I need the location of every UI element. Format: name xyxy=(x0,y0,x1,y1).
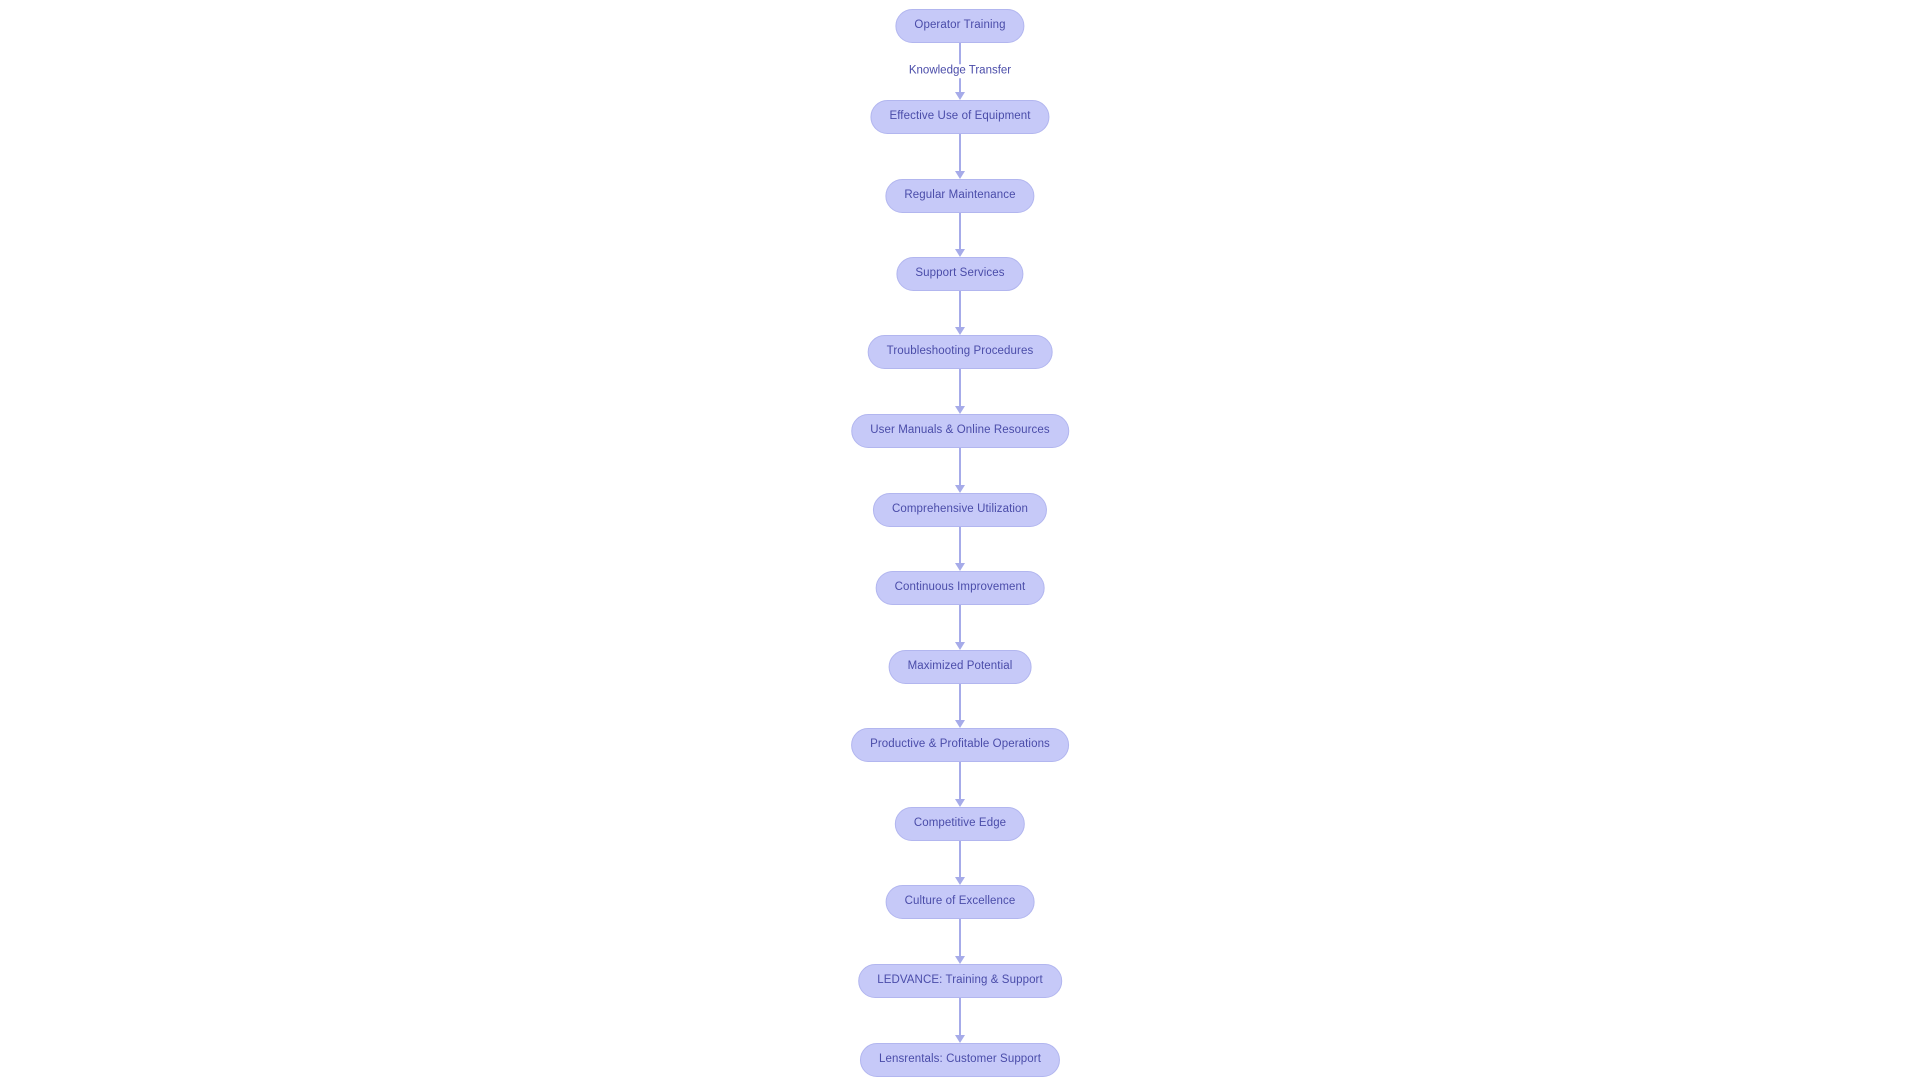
flowchart-node-n14[interactable]: Lensrentals: Customer Support xyxy=(859,1043,1061,1077)
flowchart-node-label: Regular Maintenance xyxy=(904,189,1016,202)
flowchart-node-n9[interactable]: Maximized Potential xyxy=(888,650,1032,684)
edge-arrowhead-icon xyxy=(955,249,965,257)
edge-arrowhead-icon xyxy=(955,171,965,179)
flowchart-node-label: Culture of Excellence xyxy=(904,895,1016,908)
edge-line xyxy=(959,527,961,563)
edge-arrowhead-icon xyxy=(955,563,965,571)
edge-line xyxy=(959,684,961,720)
flowchart-node-label: Lensrentals: Customer Support xyxy=(878,1053,1042,1066)
edge-arrowhead-icon xyxy=(955,406,965,414)
flowchart-node-n7[interactable]: Comprehensive Utilization xyxy=(872,493,1048,527)
edge-arrowhead-icon xyxy=(955,92,965,100)
flowchart-node-n6[interactable]: User Manuals & Online Resources xyxy=(851,414,1069,448)
flowchart-node-label: Operator Training xyxy=(914,19,1006,32)
edge-line xyxy=(959,448,961,485)
edge-line xyxy=(959,213,961,249)
flowchart-node-n10[interactable]: Productive & Profitable Operations xyxy=(851,728,1069,762)
edge-line xyxy=(959,998,961,1035)
flowchart-node-n3[interactable]: Regular Maintenance xyxy=(885,179,1035,213)
flowchart-node-label: Troubleshooting Procedures xyxy=(886,345,1034,358)
flowchart-node-n13[interactable]: LEDVANCE: Training & Support xyxy=(858,964,1062,998)
edge-line xyxy=(959,134,961,171)
flowchart-node-label: Effective Use of Equipment xyxy=(889,110,1031,123)
edge-arrowhead-icon xyxy=(955,642,965,650)
edge-line xyxy=(959,919,961,956)
edge-line xyxy=(959,841,961,877)
edge-line xyxy=(959,369,961,406)
edge-arrowhead-icon xyxy=(955,327,965,335)
edge-line xyxy=(959,291,961,327)
edge-arrowhead-icon xyxy=(955,799,965,807)
flowchart-node-label: Maximized Potential xyxy=(907,660,1013,673)
flowchart-node-label: Continuous Improvement xyxy=(894,581,1026,594)
edge-line xyxy=(959,762,961,799)
edge-arrowhead-icon xyxy=(955,720,965,728)
flowchart-node-label: Productive & Profitable Operations xyxy=(870,738,1050,751)
flowchart-node-label: Competitive Edge xyxy=(913,817,1007,830)
flowchart-node-n12[interactable]: Culture of Excellence xyxy=(885,885,1035,919)
flowchart-node-n4[interactable]: Support Services xyxy=(896,257,1024,291)
flowchart-node-n2[interactable]: Effective Use of Equipment xyxy=(870,100,1050,134)
edge-label: Knowledge Transfer xyxy=(903,64,1017,78)
flowchart-node-label: Comprehensive Utilization xyxy=(891,503,1029,516)
flowchart-node-n11[interactable]: Competitive Edge xyxy=(894,807,1026,841)
edge-line xyxy=(959,605,961,642)
flowchart-node-n1[interactable]: Operator Training xyxy=(895,9,1025,43)
flowchart-node-n5[interactable]: Troubleshooting Procedures xyxy=(867,335,1053,369)
edge-arrowhead-icon xyxy=(955,1035,965,1043)
flowchart-node-n8[interactable]: Continuous Improvement xyxy=(875,571,1045,605)
edge-arrowhead-icon xyxy=(955,956,965,964)
flowchart-canvas: Knowledge Transfer Operator Training Effe… xyxy=(0,0,1920,1080)
flowchart-node-label: LEDVANCE: Training & Support xyxy=(877,974,1043,987)
edge-arrowhead-icon xyxy=(955,485,965,493)
flowchart-node-label: User Manuals & Online Resources xyxy=(870,424,1050,437)
flowchart-node-label: Support Services xyxy=(915,267,1005,280)
edge-arrowhead-icon xyxy=(955,877,965,885)
